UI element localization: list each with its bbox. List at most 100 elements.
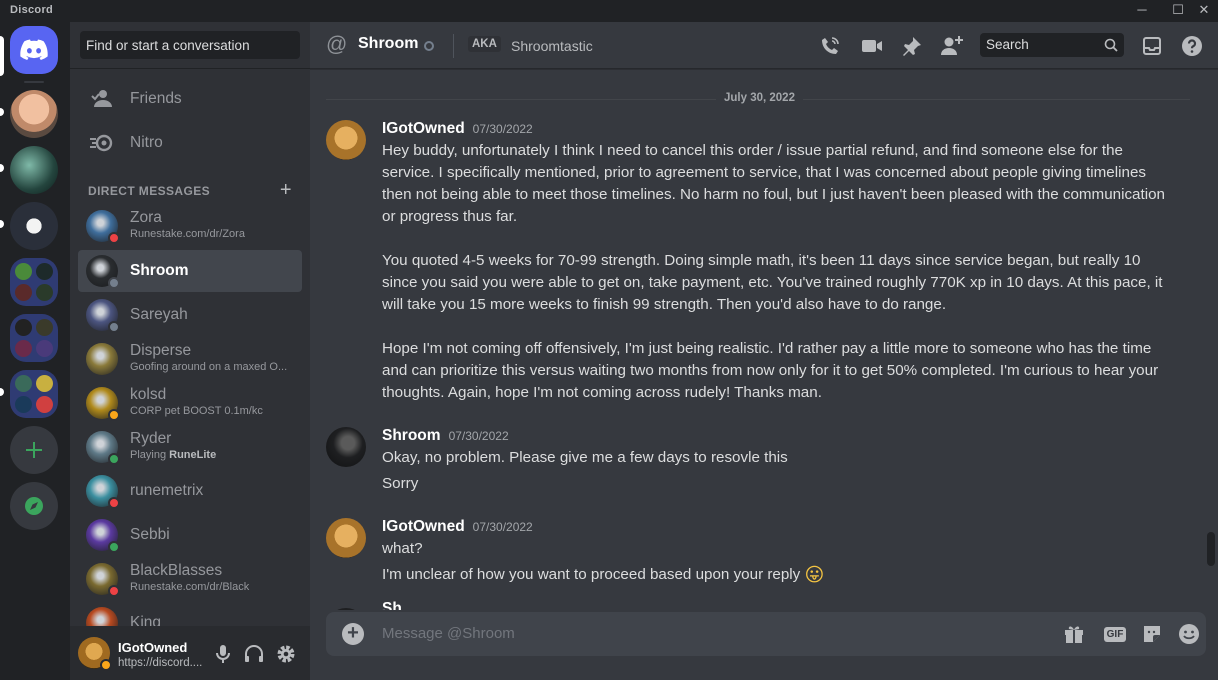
unread-pill: [0, 108, 4, 116]
message-author[interactable]: IGotOwned: [382, 120, 465, 138]
dm-item[interactable]: Sebbi: [78, 514, 302, 556]
username[interactable]: IGotOwned: [118, 640, 187, 655]
message-content: You quoted 4-5 weeks for 70-99 strength.…: [382, 252, 1163, 313]
message-author[interactable]: IGotOwned: [382, 518, 465, 536]
search-input[interactable]: Search: [980, 33, 1124, 57]
dm-item[interactable]: Sareyah: [78, 294, 302, 336]
dm-item[interactable]: BlackBlasses Runestake.com/dr/Black: [78, 558, 302, 600]
plus-icon: [26, 442, 42, 458]
message-content: I'm unclear of how you want to proceed b…: [382, 564, 1172, 587]
tongue-emoji-icon: 😛: [804, 565, 825, 586]
activity-game: RuneLite: [169, 449, 217, 461]
message-list: July 30, 2022 IGotOwned 07/30/2022 Hey b…: [310, 70, 1218, 610]
sticker-icon: [1144, 626, 1160, 642]
user-settings-button[interactable]: [275, 643, 297, 665]
dm-status-text: Goofing around on a maxed O...: [130, 361, 288, 373]
add-friends-to-dm-button[interactable]: [940, 34, 964, 58]
server-folder-2[interactable]: [10, 314, 58, 362]
unread-pill: [0, 220, 4, 228]
mute-button[interactable]: [212, 643, 234, 665]
help-icon: [1182, 36, 1202, 56]
server-folder-1[interactable]: [10, 258, 58, 306]
emoji-button[interactable]: [1177, 622, 1201, 646]
explore-servers-button[interactable]: [10, 482, 58, 530]
upload-button[interactable]: +: [342, 623, 364, 645]
message-scrollbar[interactable]: [1207, 532, 1215, 566]
date-divider-label: July 30, 2022: [716, 92, 803, 104]
dm-name: Sebbi: [130, 526, 170, 543]
message-author[interactable]: Sh: [382, 600, 402, 610]
message-author[interactable]: Shroom: [382, 427, 441, 445]
aka-badge: AKA: [468, 36, 501, 52]
message-content: Hey buddy, unfortunately I think I need …: [382, 142, 1165, 225]
add-server-button[interactable]: [10, 426, 58, 474]
message-composer: + Message @Shroom GIF: [326, 612, 1206, 656]
create-dm-button[interactable]: +: [280, 179, 292, 202]
dm-status-text: Runestake.com/dr/Black: [130, 581, 250, 593]
dm-name: Ryder: [130, 430, 172, 447]
channel-name[interactable]: Shroom: [358, 35, 418, 53]
find-conversation-input[interactable]: Find or start a conversation: [80, 31, 300, 59]
dm-item[interactable]: Zora Runestake.com/dr/Zora: [78, 205, 302, 247]
rail-separator: [24, 81, 44, 83]
minimize-button[interactable]: ─: [1128, 0, 1156, 22]
message-avatar[interactable]: [326, 608, 366, 610]
gif-button[interactable]: GIF: [1101, 622, 1129, 646]
gear-icon: [277, 645, 295, 663]
search-icon: [1104, 38, 1118, 52]
pin-icon: [903, 37, 921, 56]
dm-item[interactable]: Ryder Playing RuneLite: [78, 426, 302, 468]
nav-friends[interactable]: Friends: [78, 78, 302, 120]
nav-nitro[interactable]: Nitro: [78, 122, 302, 164]
status-offline-icon: [108, 277, 120, 289]
home-button[interactable]: [10, 26, 58, 74]
help-button[interactable]: [1180, 34, 1204, 58]
dm-name: Zora: [130, 209, 162, 226]
status-dnd-icon: [108, 497, 120, 509]
unread-pill: [0, 164, 4, 172]
status-online-icon: [108, 453, 120, 465]
server-avatar-2[interactable]: [10, 146, 58, 194]
gif-icon: GIF: [1103, 626, 1127, 642]
inbox-button[interactable]: [1140, 34, 1164, 58]
start-voice-call-button[interactable]: [818, 34, 842, 58]
start-video-call-button[interactable]: [860, 34, 884, 58]
status-idle-icon: [108, 409, 120, 421]
message-avatar[interactable]: [326, 427, 366, 467]
status-offline-icon: [108, 321, 120, 333]
server-folder-3[interactable]: [10, 370, 58, 418]
maximize-button[interactable]: ☐: [1164, 0, 1192, 22]
chat-main: @ Shroom AKA Shroomtastic Search July 30…: [310, 22, 1218, 680]
offline-status-icon: [424, 41, 434, 51]
deafen-button[interactable]: [243, 643, 265, 665]
dm-item[interactable]: Shroom: [78, 250, 302, 292]
status-dnd-icon: [108, 232, 120, 244]
dm-name: runemetrix: [130, 482, 204, 499]
nav-nitro-label: Nitro: [130, 134, 163, 151]
video-camera-icon: [862, 40, 882, 52]
message-header: Shroom 07/30/2022: [382, 427, 509, 445]
nickname: Shroomtastic: [511, 38, 593, 54]
message-avatar[interactable]: [326, 120, 366, 160]
at-icon: @: [326, 33, 348, 56]
pinned-messages-button[interactable]: [900, 34, 924, 58]
message-header: IGotOwned 07/30/2022: [382, 518, 533, 536]
message-avatar[interactable]: [326, 518, 366, 558]
user-panel: IGotOwned https://discord....: [70, 626, 310, 680]
nitro-icon: [86, 127, 118, 159]
dm-avatar: [86, 343, 118, 375]
message-input[interactable]: Message @Shroom: [382, 625, 515, 642]
discord-app: Discord ─ ☐ ✕ Find or start a conversati…: [0, 0, 1218, 680]
dm-item[interactable]: Disperse Goofing around on a maxed O...: [78, 338, 302, 380]
server-avatar-destiny[interactable]: [10, 202, 58, 250]
dm-item[interactable]: kolsd CORP pet BOOST 0.1m/kc: [78, 382, 302, 424]
server-avatar-1[interactable]: [10, 90, 58, 138]
close-button[interactable]: ✕: [1190, 0, 1218, 22]
search-placeholder: Search: [986, 37, 1029, 52]
gift-button[interactable]: [1062, 622, 1086, 646]
dm-status-text: CORP pet BOOST 0.1m/kc: [130, 405, 263, 417]
dm-item[interactable]: runemetrix: [78, 470, 302, 512]
direct-messages-label: DIRECT MESSAGES: [88, 184, 211, 198]
message-text: I'm unclear of how you want to proceed b…: [382, 566, 801, 583]
sticker-button[interactable]: [1140, 622, 1164, 646]
